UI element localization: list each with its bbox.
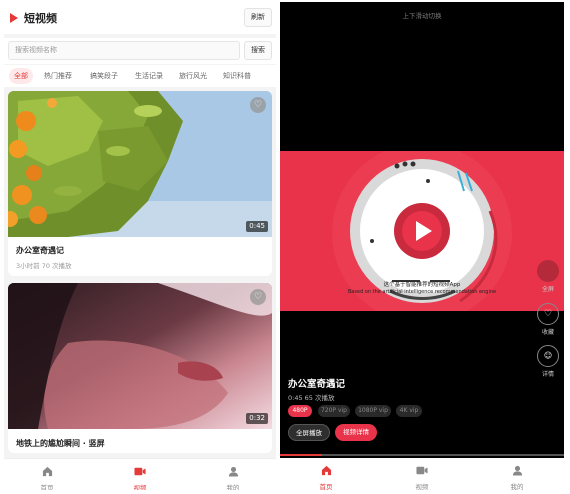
details-action[interactable]: ☺ 详情 <box>537 345 559 378</box>
playback-progress-fill <box>280 454 322 456</box>
fullscreen-play-button[interactable]: 全屏播放 <box>288 424 330 441</box>
favorite-action-label: 收藏 <box>541 329 554 336</box>
user-icon <box>228 466 238 477</box>
video-meta: 3小时前 70 次播放 <box>16 262 72 270</box>
play-logo-icon <box>10 13 18 23</box>
swipe-hint: 上下滑动切换 <box>402 12 442 20</box>
video-icon <box>416 466 428 475</box>
playback-progress-bar[interactable] <box>280 454 564 456</box>
nav-profile[interactable]: 我的 <box>203 462 263 490</box>
nav-home[interactable]: 首页 <box>296 461 356 490</box>
refresh-button[interactable]: 刷新 <box>244 8 272 27</box>
info-icon: ☺ <box>537 345 559 367</box>
nav-home[interactable]: 首页 <box>17 462 77 490</box>
nav-profile-label: 我的 <box>510 483 524 490</box>
video-list-screen: 短视频 刷新 搜索视频名称 搜索 全部 热门推荐 搞笑段子 生活记录 旅行风光 … <box>4 2 276 490</box>
video-title: 办公室奇遇记 <box>16 246 64 255</box>
video-card[interactable]: ♡ 0:32 地铁上的尴尬瞬间 · 竖屏 <box>8 283 272 453</box>
nav-home-label: 首页 <box>319 483 333 490</box>
tab-all[interactable]: 全部 <box>9 68 33 84</box>
video-player-screen: 上下滑动切换 这个基于智能推荐的短视频App Based on the arti… <box>280 2 564 490</box>
fullscreen-action-label: 全屏 <box>541 286 554 293</box>
favorite-heart-icon[interactable]: ♡ <box>250 289 266 305</box>
orange-tree-image <box>8 91 272 237</box>
resolution-4k[interactable]: 4K vip <box>396 405 422 417</box>
video-card[interactable]: ♡ 0:45 办公室奇遇记 3小时前 70 次播放 <box>8 91 272 276</box>
fullscreen-icon <box>537 260 559 282</box>
video-caption-en: Based on the artificial intelligence rec… <box>348 289 496 295</box>
nav-profile-label: 我的 <box>226 484 240 490</box>
search-input[interactable]: 搜索视频名称 <box>8 41 240 60</box>
page-title: 短视频 <box>24 12 57 25</box>
favorite-heart-icon[interactable]: ♡ <box>250 97 266 113</box>
face-closeup-image <box>8 283 272 429</box>
video-thumbnail[interactable]: ♡ 0:32 <box>8 283 272 429</box>
app-screenshot: 短视频 刷新 搜索视频名称 搜索 全部 热门推荐 搞笑段子 生活记录 旅行风光 … <box>0 0 570 494</box>
tab-hot[interactable]: 热门推荐 <box>44 68 72 84</box>
video-caption-cn: 这个基于智能推荐的短视频App <box>384 280 461 288</box>
header: 短视频 刷新 <box>4 2 276 34</box>
search-bar: 搜索视频名称 搜索 <box>4 38 276 64</box>
video-details-button[interactable]: 视频详情 <box>335 424 377 441</box>
nav-video-label: 视频 <box>415 483 429 490</box>
video-thumbnail[interactable]: ♡ 0:45 <box>8 91 272 237</box>
nav-video[interactable]: 视频 <box>392 461 452 490</box>
video-icon <box>134 467 146 476</box>
video-frame: 这个基于智能推荐的短视频App Based on the artificial … <box>280 151 564 311</box>
category-tabs: 全部 热门推荐 搞笑段子 生活记录 旅行风光 知识科普 <box>4 65 276 87</box>
bottom-nav: 首页 视频 我的 <box>280 458 564 490</box>
video-player[interactable]: 这个基于智能推荐的短视频App Based on the artificial … <box>280 151 564 311</box>
favorite-action[interactable]: ♡ 收藏 <box>537 303 559 336</box>
resolution-720p[interactable]: 720P vip <box>318 405 350 417</box>
nav-home-label: 首页 <box>40 484 54 490</box>
tab-funny[interactable]: 搞笑段子 <box>90 68 118 84</box>
nav-video[interactable]: 视频 <box>110 462 170 490</box>
tab-knowledge[interactable]: 知识科普 <box>223 68 251 84</box>
home-icon <box>321 465 331 476</box>
resolution-480p[interactable]: 480P <box>288 405 312 417</box>
nav-profile[interactable]: 我的 <box>487 461 547 490</box>
resolution-1080p[interactable]: 1080P vip <box>355 405 391 417</box>
fullscreen-action[interactable]: 全屏 <box>537 260 559 293</box>
home-icon <box>42 466 52 477</box>
duration-badge: 0:32 <box>246 413 268 424</box>
tab-travel[interactable]: 旅行风光 <box>179 68 207 84</box>
details-action-label: 详情 <box>541 371 554 378</box>
video-title: 地铁上的尴尬瞬间 · 竖屏 <box>16 439 105 448</box>
nav-video-label: 视频 <box>133 484 147 490</box>
search-button[interactable]: 搜索 <box>244 41 272 60</box>
duration-badge: 0:45 <box>246 221 268 232</box>
tab-life[interactable]: 生活记录 <box>135 68 163 84</box>
video-meta: 0:45 65 次播放 <box>288 394 335 402</box>
video-title: 办公室奇遇记 <box>288 379 346 390</box>
user-icon <box>512 465 522 476</box>
heart-icon: ♡ <box>537 303 559 325</box>
bottom-nav: 首页 视频 我的 <box>4 458 276 490</box>
